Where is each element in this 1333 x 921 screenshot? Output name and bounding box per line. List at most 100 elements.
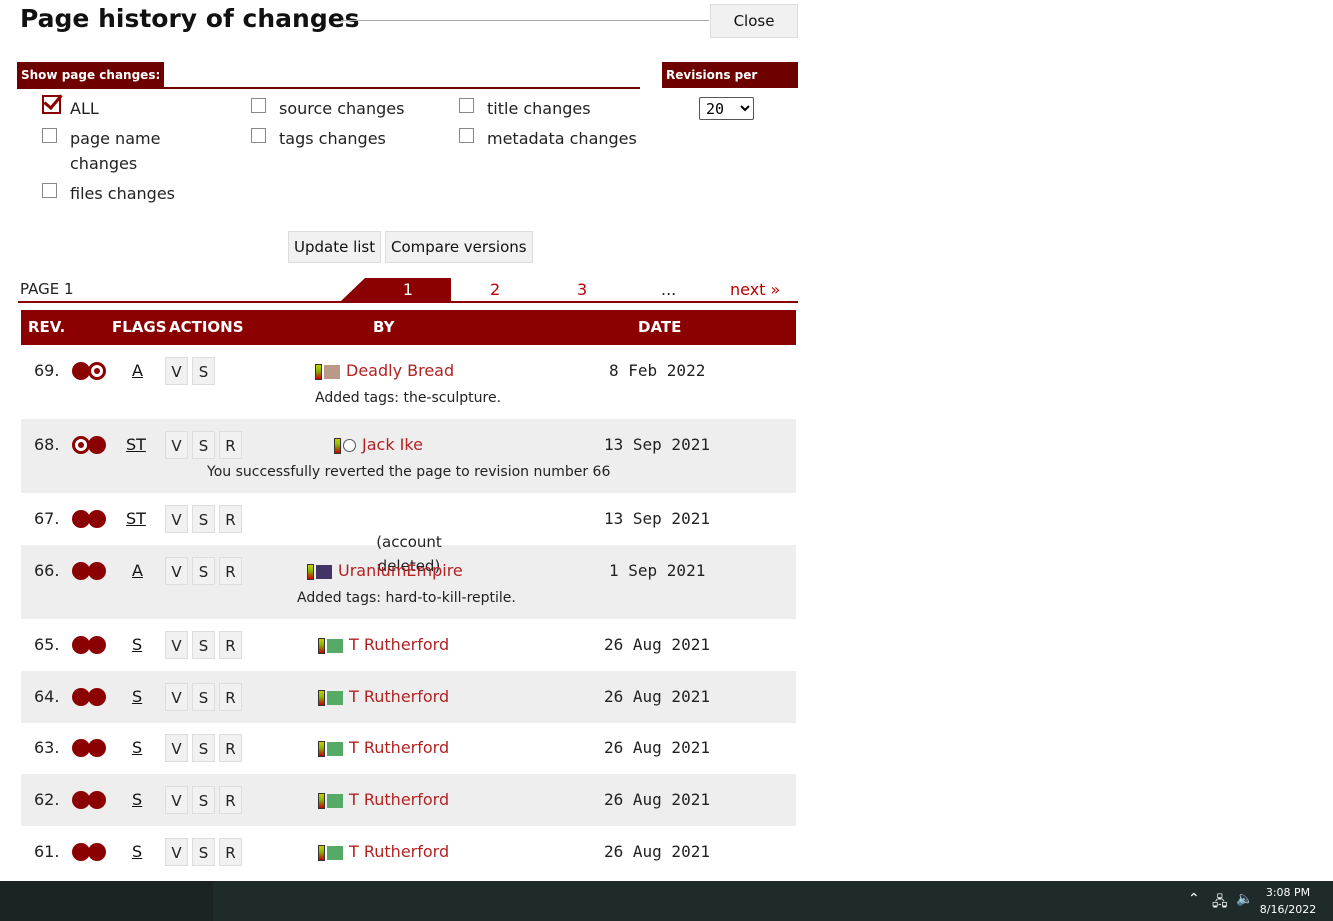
checkbox-all[interactable] (42, 95, 61, 114)
revision-flag-link[interactable]: S (132, 842, 142, 861)
revision-date: 1 Sep 2021 (609, 561, 706, 580)
source-revision-button[interactable]: S (192, 631, 215, 659)
user-link[interactable]: Deadly Bread (315, 361, 454, 380)
revert-revision-button[interactable]: R (219, 734, 242, 762)
source-revision-button[interactable]: S (192, 557, 215, 585)
user-avatar-icon (327, 690, 343, 705)
view-revision-button[interactable]: V (165, 505, 188, 533)
user-avatar-icon (343, 439, 356, 452)
revision-flag-link[interactable]: A (132, 561, 143, 580)
revision-flag-link[interactable]: S (132, 738, 142, 757)
user-name[interactable]: T Rutherford (349, 635, 449, 654)
user-link[interactable]: Jack Ike (334, 435, 423, 454)
checkbox-metadata[interactable] (459, 128, 474, 143)
pagination-page-2[interactable]: 2 (490, 278, 500, 301)
revision-flags-icon (72, 843, 106, 861)
revision-flag-link[interactable]: ST (126, 509, 146, 528)
header-date: DATE (638, 318, 682, 336)
revision-number: 64. (34, 687, 60, 706)
user-name[interactable]: T Rutherford (349, 738, 449, 757)
revision-flag-link[interactable]: S (132, 790, 142, 809)
source-revision-button[interactable]: S (192, 734, 215, 762)
pagination-tab-corner (341, 278, 365, 301)
user-link[interactable]: T Rutherford (318, 790, 449, 809)
revision-flag-link[interactable]: S (132, 635, 142, 654)
revert-revision-button[interactable]: R (219, 786, 242, 814)
table-row (21, 419, 796, 493)
revision-date: 13 Sep 2021 (604, 435, 710, 454)
volume-icon[interactable]: 🔈 (1236, 891, 1253, 907)
checkbox-title[interactable] (459, 98, 474, 113)
view-revision-button[interactable]: V (165, 734, 188, 762)
user-link[interactable]: T Rutherford (318, 842, 449, 861)
user-link[interactable]: T Rutherford (318, 687, 449, 706)
revision-flag-link[interactable]: S (132, 687, 142, 706)
user-link[interactable]: T Rutherford (318, 738, 449, 757)
header-flags: FLAGS (112, 318, 167, 336)
karma-icon (318, 637, 325, 654)
checkbox-files[interactable] (42, 183, 57, 198)
checkbox-tags[interactable] (251, 128, 266, 143)
user-name[interactable]: T Rutherford (349, 790, 449, 809)
revision-flags-icon (72, 636, 106, 654)
revert-revision-button[interactable]: R (219, 683, 242, 711)
header-by: BY (373, 318, 395, 336)
table-row (21, 345, 796, 419)
revision-date: 26 Aug 2021 (604, 635, 710, 654)
view-revision-button[interactable]: V (165, 557, 188, 585)
revert-revision-button[interactable]: R (219, 557, 242, 585)
karma-icon (307, 563, 314, 580)
view-revision-button[interactable]: V (165, 631, 188, 659)
user-avatar-icon (327, 845, 343, 860)
show-changes-label: Show page changes: (17, 62, 165, 88)
header-actions: ACTIONS (169, 318, 244, 336)
revisions-per-page-select[interactable]: 20 (699, 97, 754, 120)
revision-date: 26 Aug 2021 (604, 842, 710, 861)
pagination-page-3[interactable]: 3 (577, 278, 587, 301)
source-revision-button[interactable]: S (192, 838, 215, 866)
source-revision-button[interactable]: S (192, 431, 215, 459)
close-button[interactable]: Close (710, 4, 798, 38)
user-avatar-icon (327, 793, 343, 808)
revision-date: 13 Sep 2021 (604, 509, 710, 528)
pagination-next[interactable]: next » (730, 278, 780, 301)
revert-revision-button[interactable]: R (219, 505, 242, 533)
show-changes-divider (17, 87, 640, 89)
user-name[interactable]: T Rutherford (349, 842, 449, 861)
user-name[interactable]: UraniumEmpire (338, 561, 463, 580)
pagination-page-1: 1 (365, 278, 451, 301)
update-list-button[interactable]: Update list (288, 231, 382, 263)
user-link[interactable]: T Rutherford (318, 635, 449, 654)
checkbox-source[interactable] (251, 98, 266, 113)
compare-versions-button[interactable]: Compare versions (385, 231, 533, 263)
user-link[interactable]: UraniumEmpire (307, 561, 463, 580)
revision-number: 61. (34, 842, 60, 861)
view-revision-button[interactable]: V (165, 786, 188, 814)
revision-flags-icon (72, 436, 106, 454)
pagination-divider (18, 301, 798, 303)
view-revision-button[interactable]: V (165, 838, 188, 866)
revision-flag-link[interactable]: A (132, 361, 143, 380)
user-name[interactable]: Deadly Bread (346, 361, 454, 380)
view-revision-button[interactable]: V (165, 357, 188, 385)
network-icon[interactable]: 🖧 (1212, 891, 1228, 915)
source-revision-button[interactable]: S (192, 683, 215, 711)
revision-flags-icon (72, 362, 106, 380)
checkbox-page-name[interactable] (42, 128, 57, 143)
system-clock[interactable]: 3:08 PM 8/16/2022 (1258, 884, 1318, 918)
source-revision-button[interactable]: S (192, 357, 215, 385)
user-avatar-icon (327, 638, 343, 653)
revision-number: 68. (34, 435, 60, 454)
revision-flag-link[interactable]: ST (126, 435, 146, 454)
revert-revision-button[interactable]: R (219, 838, 242, 866)
revert-revision-button[interactable]: R (219, 631, 242, 659)
user-name[interactable]: T Rutherford (349, 687, 449, 706)
view-revision-button[interactable]: V (165, 431, 188, 459)
source-revision-button[interactable]: S (192, 505, 215, 533)
source-revision-button[interactable]: S (192, 786, 215, 814)
chevron-up-icon[interactable]: ⌃ (1188, 891, 1200, 907)
view-revision-button[interactable]: V (165, 683, 188, 711)
user-name[interactable]: Jack Ike (362, 435, 423, 454)
revert-revision-button[interactable]: R (219, 431, 242, 459)
revision-comment: Added tags: the-sculpture. (315, 390, 502, 406)
